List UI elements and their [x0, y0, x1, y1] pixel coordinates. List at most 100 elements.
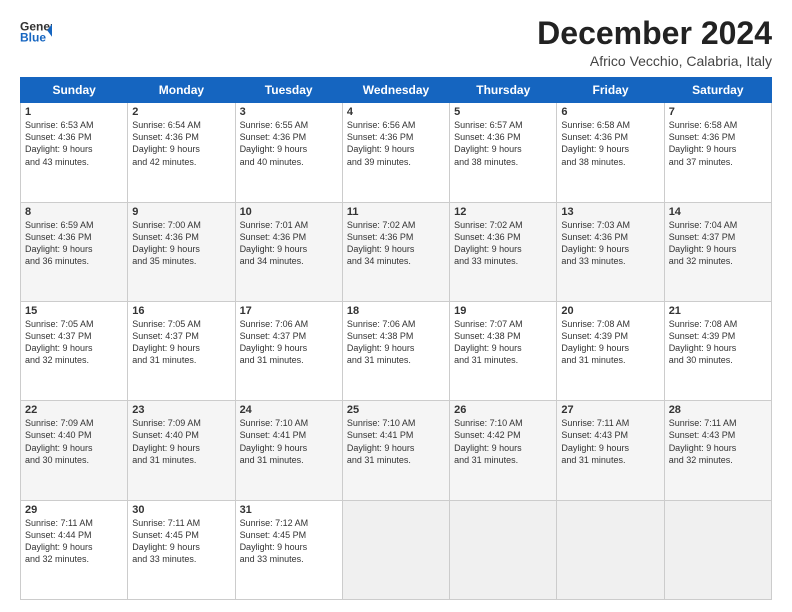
day-number: 14 [669, 206, 767, 218]
calendar-cell: 14Sunrise: 7:04 AM Sunset: 4:37 PM Dayli… [664, 202, 771, 301]
calendar-cell: 7Sunrise: 6:58 AM Sunset: 4:36 PM Daylig… [664, 103, 771, 202]
day-info: Sunrise: 7:06 AM Sunset: 4:38 PM Dayligh… [347, 318, 445, 367]
day-number: 16 [132, 305, 230, 317]
day-number: 5 [454, 106, 552, 118]
col-wednesday: Wednesday [342, 78, 449, 103]
day-number: 9 [132, 206, 230, 218]
logo-icon: General Blue [20, 16, 52, 48]
calendar-cell: 8Sunrise: 6:59 AM Sunset: 4:36 PM Daylig… [21, 202, 128, 301]
calendar-cell: 30Sunrise: 7:11 AM Sunset: 4:45 PM Dayli… [128, 500, 235, 599]
calendar-cell: 28Sunrise: 7:11 AM Sunset: 4:43 PM Dayli… [664, 401, 771, 500]
header-row: Sunday Monday Tuesday Wednesday Thursday… [21, 78, 772, 103]
day-info: Sunrise: 6:58 AM Sunset: 4:36 PM Dayligh… [561, 119, 659, 168]
calendar-cell: 9Sunrise: 7:00 AM Sunset: 4:36 PM Daylig… [128, 202, 235, 301]
day-info: Sunrise: 7:09 AM Sunset: 4:40 PM Dayligh… [132, 417, 230, 466]
day-info: Sunrise: 7:02 AM Sunset: 4:36 PM Dayligh… [454, 219, 552, 268]
day-number: 1 [25, 106, 123, 118]
calendar-cell: 3Sunrise: 6:55 AM Sunset: 4:36 PM Daylig… [235, 103, 342, 202]
calendar-cell: 23Sunrise: 7:09 AM Sunset: 4:40 PM Dayli… [128, 401, 235, 500]
svg-text:Blue: Blue [20, 31, 46, 45]
calendar-cell: 27Sunrise: 7:11 AM Sunset: 4:43 PM Dayli… [557, 401, 664, 500]
day-info: Sunrise: 7:08 AM Sunset: 4:39 PM Dayligh… [669, 318, 767, 367]
day-number: 13 [561, 206, 659, 218]
day-info: Sunrise: 7:07 AM Sunset: 4:38 PM Dayligh… [454, 318, 552, 367]
main-title: December 2024 [537, 16, 772, 51]
calendar-cell: 17Sunrise: 7:06 AM Sunset: 4:37 PM Dayli… [235, 301, 342, 400]
calendar-header: Sunday Monday Tuesday Wednesday Thursday… [21, 78, 772, 103]
day-number: 22 [25, 404, 123, 416]
calendar-cell: 6Sunrise: 6:58 AM Sunset: 4:36 PM Daylig… [557, 103, 664, 202]
day-info: Sunrise: 6:55 AM Sunset: 4:36 PM Dayligh… [240, 119, 338, 168]
day-number: 18 [347, 305, 445, 317]
day-number: 3 [240, 106, 338, 118]
calendar-week-3: 15Sunrise: 7:05 AM Sunset: 4:37 PM Dayli… [21, 301, 772, 400]
calendar-cell: 25Sunrise: 7:10 AM Sunset: 4:41 PM Dayli… [342, 401, 449, 500]
day-info: Sunrise: 7:06 AM Sunset: 4:37 PM Dayligh… [240, 318, 338, 367]
day-info: Sunrise: 6:54 AM Sunset: 4:36 PM Dayligh… [132, 119, 230, 168]
title-block: December 2024 Africo Vecchio, Calabria, … [537, 16, 772, 69]
calendar-cell: 21Sunrise: 7:08 AM Sunset: 4:39 PM Dayli… [664, 301, 771, 400]
day-number: 21 [669, 305, 767, 317]
day-info: Sunrise: 6:57 AM Sunset: 4:36 PM Dayligh… [454, 119, 552, 168]
calendar-cell: 13Sunrise: 7:03 AM Sunset: 4:36 PM Dayli… [557, 202, 664, 301]
calendar-week-5: 29Sunrise: 7:11 AM Sunset: 4:44 PM Dayli… [21, 500, 772, 599]
day-info: Sunrise: 6:58 AM Sunset: 4:36 PM Dayligh… [669, 119, 767, 168]
calendar-cell [557, 500, 664, 599]
calendar-cell: 18Sunrise: 7:06 AM Sunset: 4:38 PM Dayli… [342, 301, 449, 400]
calendar-cell: 29Sunrise: 7:11 AM Sunset: 4:44 PM Dayli… [21, 500, 128, 599]
day-info: Sunrise: 7:11 AM Sunset: 4:44 PM Dayligh… [25, 517, 123, 566]
col-friday: Friday [557, 78, 664, 103]
calendar-cell: 31Sunrise: 7:12 AM Sunset: 4:45 PM Dayli… [235, 500, 342, 599]
day-number: 30 [132, 504, 230, 516]
day-info: Sunrise: 7:04 AM Sunset: 4:37 PM Dayligh… [669, 219, 767, 268]
calendar-cell: 26Sunrise: 7:10 AM Sunset: 4:42 PM Dayli… [450, 401, 557, 500]
calendar-cell: 20Sunrise: 7:08 AM Sunset: 4:39 PM Dayli… [557, 301, 664, 400]
day-number: 7 [669, 106, 767, 118]
day-info: Sunrise: 7:11 AM Sunset: 4:43 PM Dayligh… [669, 417, 767, 466]
calendar-table: Sunday Monday Tuesday Wednesday Thursday… [20, 77, 772, 600]
calendar-cell: 24Sunrise: 7:10 AM Sunset: 4:41 PM Dayli… [235, 401, 342, 500]
day-number: 12 [454, 206, 552, 218]
day-info: Sunrise: 7:10 AM Sunset: 4:41 PM Dayligh… [347, 417, 445, 466]
day-info: Sunrise: 7:11 AM Sunset: 4:45 PM Dayligh… [132, 517, 230, 566]
day-number: 6 [561, 106, 659, 118]
calendar-cell: 15Sunrise: 7:05 AM Sunset: 4:37 PM Dayli… [21, 301, 128, 400]
calendar-cell: 2Sunrise: 6:54 AM Sunset: 4:36 PM Daylig… [128, 103, 235, 202]
calendar-cell: 19Sunrise: 7:07 AM Sunset: 4:38 PM Dayli… [450, 301, 557, 400]
calendar-cell: 11Sunrise: 7:02 AM Sunset: 4:36 PM Dayli… [342, 202, 449, 301]
day-number: 11 [347, 206, 445, 218]
calendar-cell [450, 500, 557, 599]
calendar-cell [664, 500, 771, 599]
day-info: Sunrise: 7:00 AM Sunset: 4:36 PM Dayligh… [132, 219, 230, 268]
calendar-cell: 16Sunrise: 7:05 AM Sunset: 4:37 PM Dayli… [128, 301, 235, 400]
calendar-body: 1Sunrise: 6:53 AM Sunset: 4:36 PM Daylig… [21, 103, 772, 600]
day-number: 17 [240, 305, 338, 317]
day-info: Sunrise: 7:09 AM Sunset: 4:40 PM Dayligh… [25, 417, 123, 466]
header: General Blue December 2024 Africo Vecchi… [20, 16, 772, 69]
day-number: 24 [240, 404, 338, 416]
calendar-cell: 10Sunrise: 7:01 AM Sunset: 4:36 PM Dayli… [235, 202, 342, 301]
day-info: Sunrise: 7:05 AM Sunset: 4:37 PM Dayligh… [132, 318, 230, 367]
calendar-cell: 5Sunrise: 6:57 AM Sunset: 4:36 PM Daylig… [450, 103, 557, 202]
col-monday: Monday [128, 78, 235, 103]
day-info: Sunrise: 7:10 AM Sunset: 4:42 PM Dayligh… [454, 417, 552, 466]
day-info: Sunrise: 6:53 AM Sunset: 4:36 PM Dayligh… [25, 119, 123, 168]
calendar-cell: 12Sunrise: 7:02 AM Sunset: 4:36 PM Dayli… [450, 202, 557, 301]
day-info: Sunrise: 7:11 AM Sunset: 4:43 PM Dayligh… [561, 417, 659, 466]
logo: General Blue [20, 16, 56, 48]
day-number: 23 [132, 404, 230, 416]
day-info: Sunrise: 6:56 AM Sunset: 4:36 PM Dayligh… [347, 119, 445, 168]
col-tuesday: Tuesday [235, 78, 342, 103]
day-info: Sunrise: 7:03 AM Sunset: 4:36 PM Dayligh… [561, 219, 659, 268]
calendar-cell: 4Sunrise: 6:56 AM Sunset: 4:36 PM Daylig… [342, 103, 449, 202]
day-number: 25 [347, 404, 445, 416]
day-info: Sunrise: 7:10 AM Sunset: 4:41 PM Dayligh… [240, 417, 338, 466]
day-number: 2 [132, 106, 230, 118]
calendar-cell: 22Sunrise: 7:09 AM Sunset: 4:40 PM Dayli… [21, 401, 128, 500]
subtitle: Africo Vecchio, Calabria, Italy [537, 53, 772, 69]
day-info: Sunrise: 7:08 AM Sunset: 4:39 PM Dayligh… [561, 318, 659, 367]
calendar-week-1: 1Sunrise: 6:53 AM Sunset: 4:36 PM Daylig… [21, 103, 772, 202]
day-number: 10 [240, 206, 338, 218]
col-saturday: Saturday [664, 78, 771, 103]
calendar-cell: 1Sunrise: 6:53 AM Sunset: 4:36 PM Daylig… [21, 103, 128, 202]
